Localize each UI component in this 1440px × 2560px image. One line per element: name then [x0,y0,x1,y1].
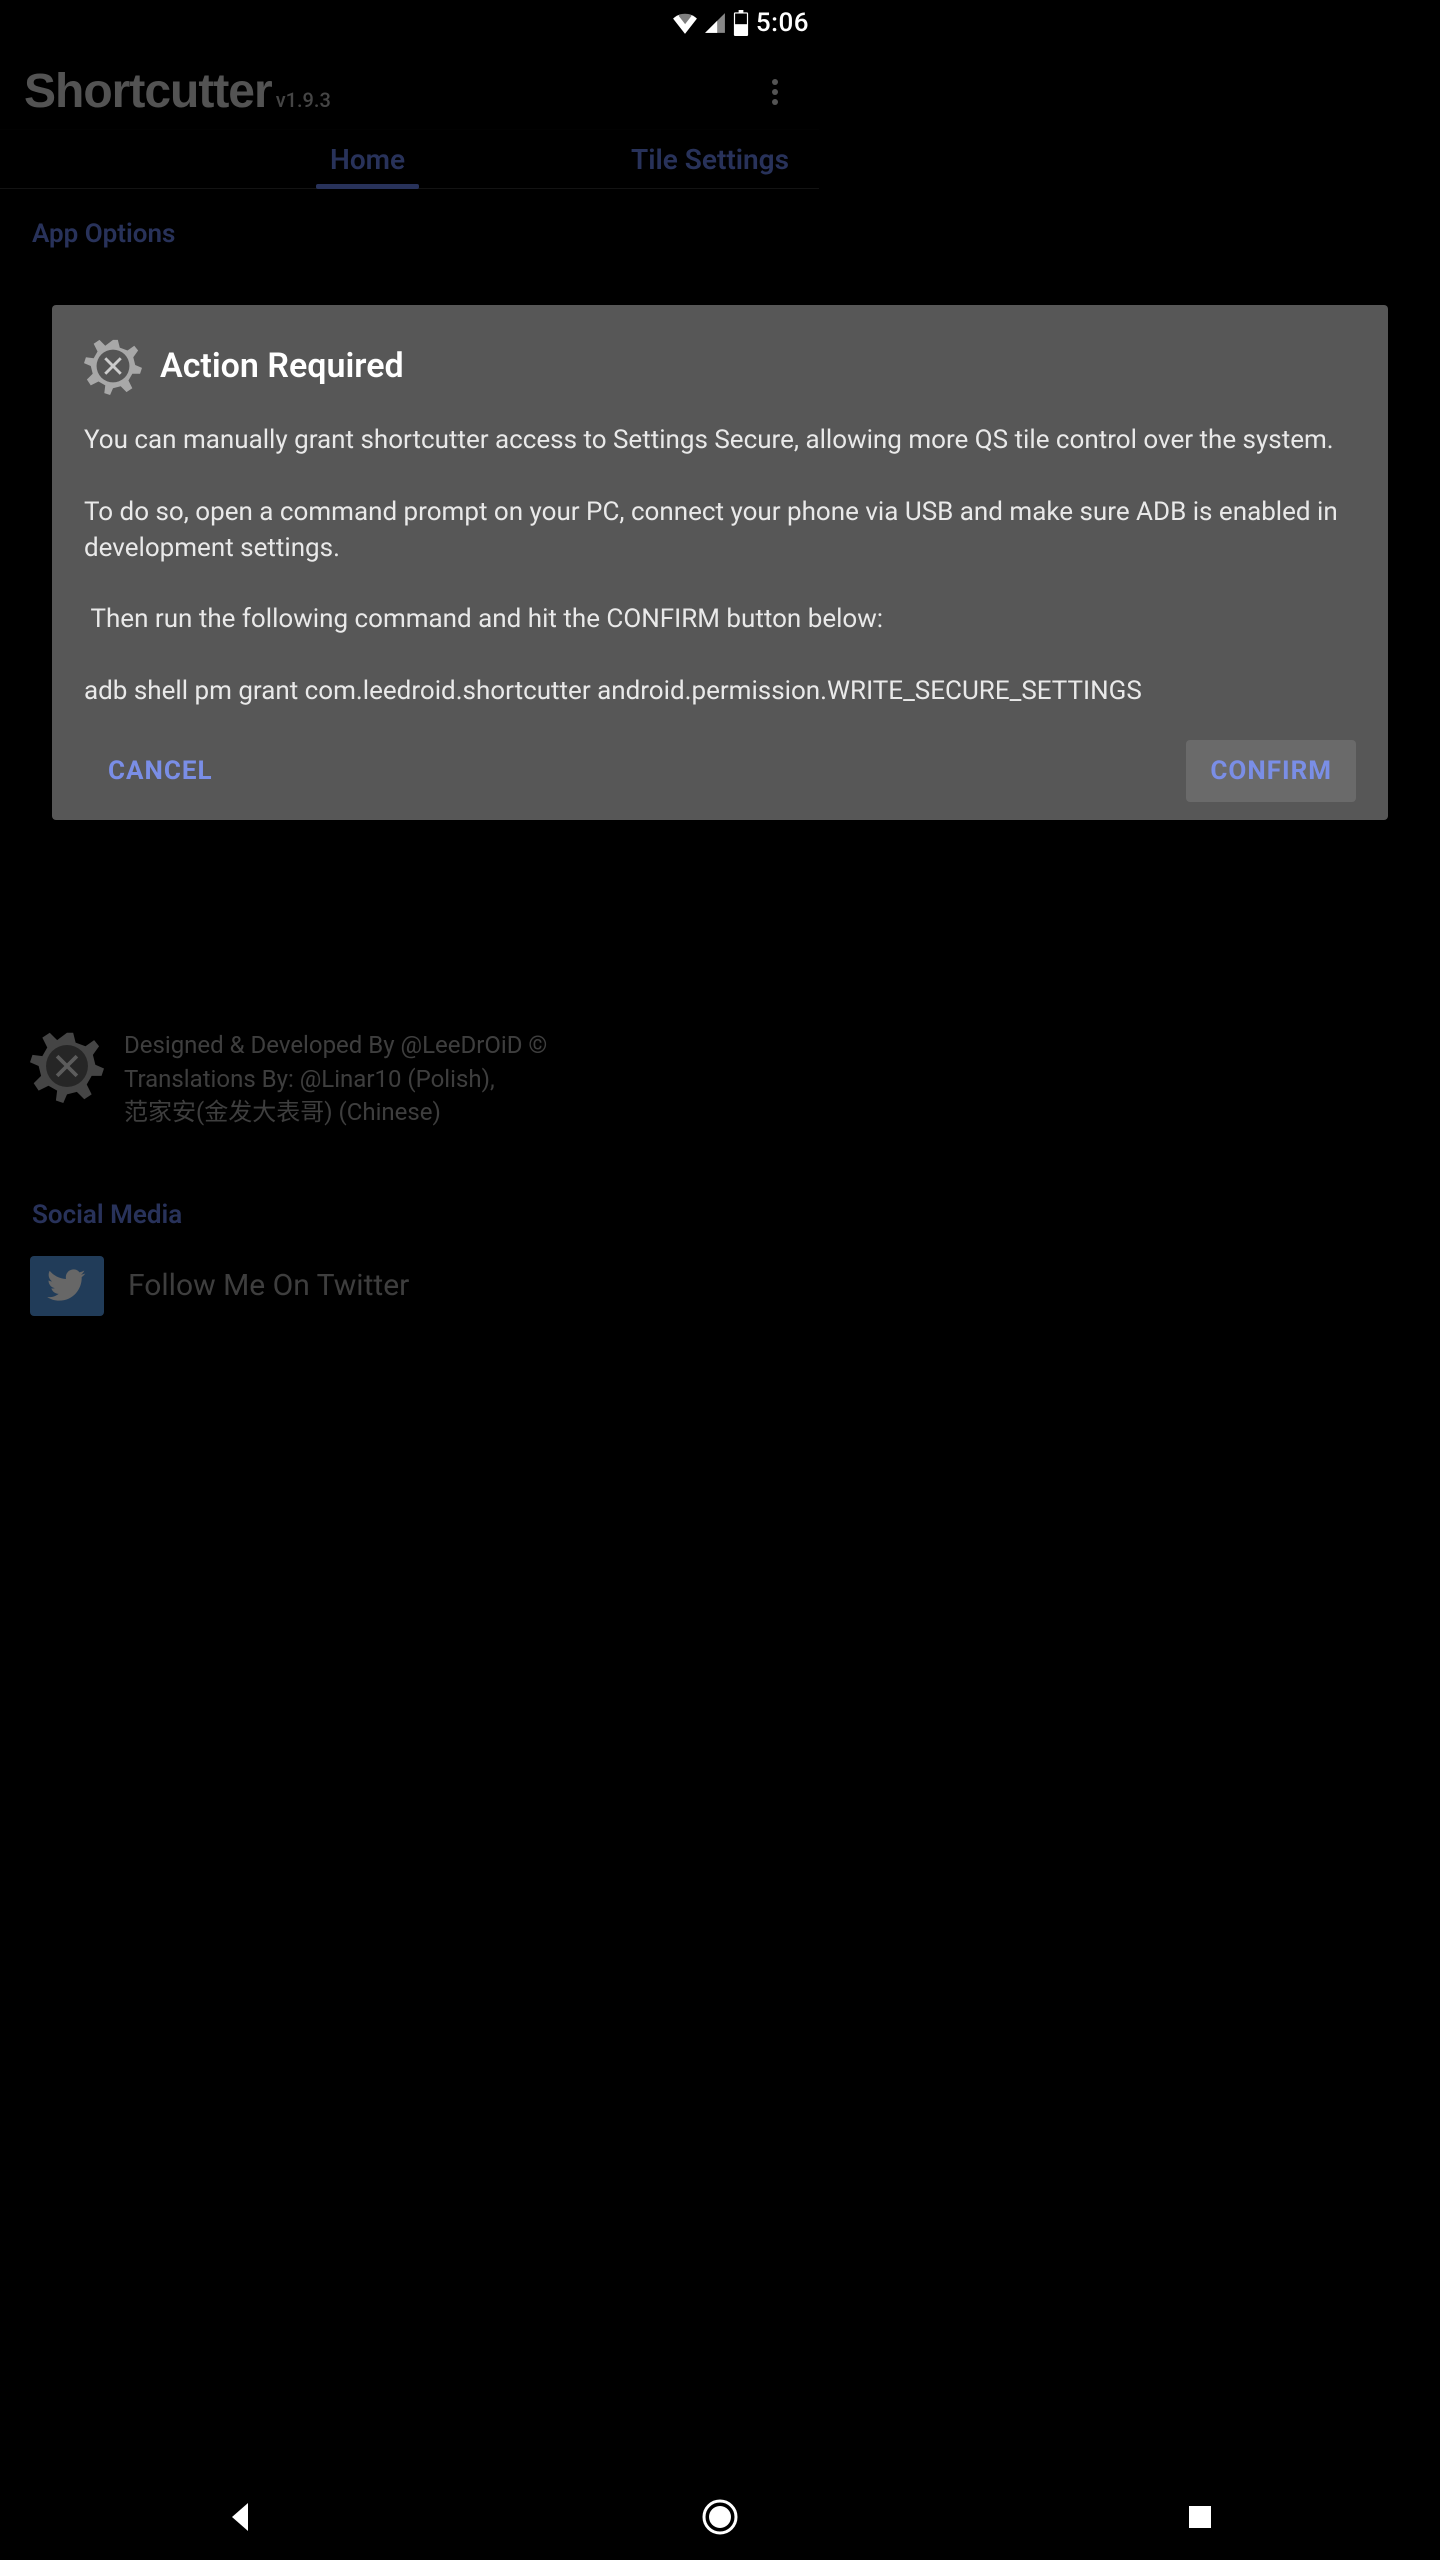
status-clock: 5:06 [756,8,809,38]
nav-recent-button[interactable] [1178,2495,1222,2539]
confirm-button[interactable]: CONFIRM [1186,740,1356,802]
social-row-twitter[interactable]: Follow Me On Twitter [24,1256,795,1316]
about-line: Designed & Developed By @LeeDrOiD © [124,1029,547,1063]
svg-text:45: 45 [737,16,745,24]
twitter-icon [30,1256,104,1316]
nav-back-button[interactable] [218,2495,262,2539]
tab-home[interactable]: Home [300,130,435,188]
app-title: Shortcutter [24,64,272,119]
cancel-button[interactable]: CANCEL [84,740,237,802]
wifi-icon [672,12,698,34]
nav-bar [0,2474,1440,2560]
tab-bar: Home Tile Settings [0,129,819,189]
gear-icon [30,1029,104,1103]
about-block: Designed & Developed By @LeeDrOiD © Tran… [24,1029,795,1130]
dialog-title: Action Required [160,346,404,386]
twitter-label: Follow Me On Twitter [128,1268,409,1303]
section-social-media: Social Media [24,1200,795,1230]
cell-signal-icon [704,12,726,34]
about-line: Translations By: @Linar10 (Polish), [124,1063,547,1097]
app-version: v1.9.3 [276,88,331,112]
status-bar: 45 5:06 [0,0,819,46]
dialog-body: You can manually grant shortcutter acces… [84,423,1356,710]
gear-icon [84,337,142,395]
dialog-action-required: Action Required You can manually grant s… [52,305,1388,820]
section-app-options: App Options [24,219,795,249]
nav-home-button[interactable] [698,2495,742,2539]
overflow-menu-icon[interactable] [755,72,795,112]
battery-icon: 45 [732,10,750,36]
tab-tile-settings[interactable]: Tile Settings [601,130,819,188]
app-header: Shortcutter v1.9.3 [0,46,819,129]
about-line: 范家安(金发大表哥) (Chinese) [124,1096,547,1130]
